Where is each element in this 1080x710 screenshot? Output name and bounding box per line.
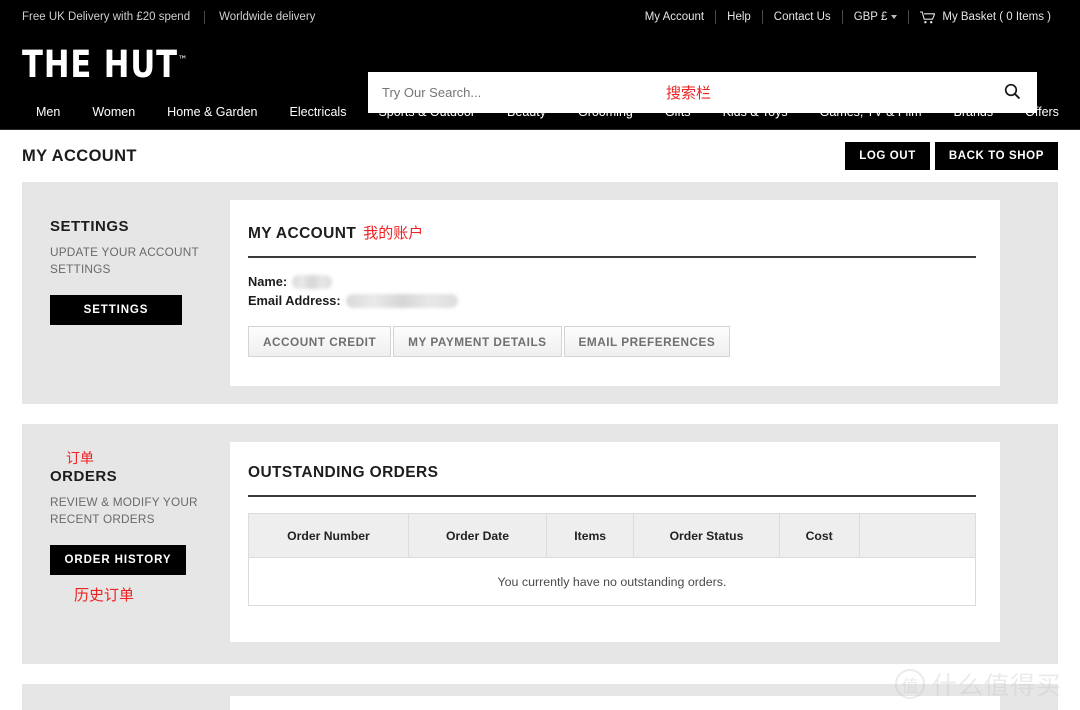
settings-aside-subtitle: UPDATE YOUR ACCOUNT SETTINGS bbox=[50, 245, 199, 276]
search-bar[interactable]: 搜索栏 bbox=[368, 72, 1037, 113]
log-out-button[interactable]: LOG OUT bbox=[845, 142, 930, 170]
link-contact-us[interactable]: Contact Us bbox=[763, 11, 842, 23]
my-account-card-title-cn: 我的账户 bbox=[363, 225, 424, 242]
currency-selector[interactable]: GBP £ bbox=[843, 11, 909, 23]
page-header: MY ACCOUNT LOG OUT BACK TO SHOP bbox=[0, 130, 1080, 182]
promo-free-delivery: Free UK Delivery with £20 spend bbox=[22, 11, 191, 23]
nav-item-home-garden[interactable]: Home & Garden bbox=[151, 105, 273, 119]
outstanding-orders-table: Order Number Order Date Items Order Stat… bbox=[248, 513, 977, 606]
basket-label: My Basket ( 0 Items ) bbox=[942, 11, 1051, 23]
search-input[interactable] bbox=[382, 72, 670, 113]
chevron-down-icon bbox=[891, 14, 898, 19]
orders-aside-subtitle: REVIEW & MODIFY YOUR RECENT ORDERS bbox=[50, 495, 198, 527]
next-panel-card bbox=[230, 696, 1000, 710]
column-actions bbox=[858, 513, 977, 558]
page-title: MY ACCOUNT bbox=[22, 146, 137, 165]
page-actions: LOG OUT BACK TO SHOP bbox=[845, 142, 1058, 170]
main-content: SETTINGS UPDATE YOUR ACCOUNT SETTINGS SE… bbox=[0, 182, 1080, 710]
my-account-card: MY ACCOUNT 我的账户 Name: Email Address: ACC… bbox=[230, 200, 1000, 386]
outstanding-orders-header: OUTSTANDING ORDERS bbox=[248, 464, 976, 497]
settings-panel: SETTINGS UPDATE YOUR ACCOUNT SETTINGS SE… bbox=[22, 182, 1058, 404]
orders-aside-annotation-cn-top: 订单 bbox=[66, 450, 94, 466]
settings-aside: SETTINGS UPDATE YOUR ACCOUNT SETTINGS SE… bbox=[22, 182, 230, 404]
my-account-card-title: MY ACCOUNT bbox=[248, 225, 357, 242]
link-help[interactable]: Help bbox=[716, 11, 762, 23]
my-payment-details-button[interactable]: MY PAYMENT DETAILS bbox=[393, 326, 562, 357]
nav-item-women[interactable]: Women bbox=[76, 105, 151, 119]
site-logo[interactable]: THE HUT™ bbox=[22, 46, 187, 83]
trademark-symbol: ™ bbox=[177, 53, 188, 67]
field-name: Name: bbox=[248, 274, 976, 289]
currency-label: GBP £ bbox=[853, 11, 888, 23]
orders-aside: 订单 ORDERS REVIEW & MODIFY YOUR RECENT OR… bbox=[22, 424, 230, 664]
column-order-date: Order Date bbox=[407, 513, 548, 558]
table-header-row: Order Number Order Date Items Order Stat… bbox=[248, 513, 977, 558]
field-email: Email Address: bbox=[248, 293, 976, 308]
next-panel-aside bbox=[22, 684, 230, 710]
nav-item-men[interactable]: Men bbox=[22, 105, 76, 119]
settings-button[interactable]: SETTINGS bbox=[50, 294, 182, 325]
logo-text: THE HUT bbox=[22, 43, 178, 86]
empty-state-message: You currently have no outstanding orders… bbox=[248, 557, 976, 606]
search-submit-button[interactable] bbox=[999, 80, 1025, 106]
account-credit-button[interactable]: ACCOUNT CREDIT bbox=[248, 326, 392, 357]
page-root: Free UK Delivery with £20 spend Worldwid… bbox=[0, 0, 1080, 710]
orders-aside-title: ORDERS bbox=[50, 468, 118, 486]
order-history-button[interactable]: ORDER HISTORY bbox=[50, 544, 186, 575]
account-action-buttons: ACCOUNT CREDIT MY PAYMENT DETAILS EMAIL … bbox=[248, 326, 976, 357]
brand-band: THE HUT™ 搜索栏 bbox=[0, 34, 1080, 113]
table-row: You currently have no outstanding orders… bbox=[248, 557, 976, 606]
column-items: Items bbox=[546, 513, 635, 558]
utility-links: My Account Help Contact Us GBP £ My Bask… bbox=[634, 10, 1062, 24]
utility-bar: Free UK Delivery with £20 spend Worldwid… bbox=[0, 0, 1080, 34]
nav-item-electricals[interactable]: Electricals bbox=[274, 105, 363, 119]
back-to-shop-button[interactable]: BACK TO SHOP bbox=[934, 142, 1058, 170]
search-annotation-cn: 搜索栏 bbox=[666, 85, 712, 102]
shopping-cart-icon bbox=[920, 10, 936, 24]
basket-link[interactable]: My Basket ( 0 Items ) bbox=[909, 10, 1062, 24]
column-cost: Cost bbox=[778, 513, 860, 558]
my-account-card-header: MY ACCOUNT 我的账户 bbox=[248, 222, 976, 258]
field-name-value-redacted bbox=[292, 274, 333, 289]
orders-panel: 订单 ORDERS REVIEW & MODIFY YOUR RECENT OR… bbox=[22, 424, 1058, 664]
settings-aside-title: SETTINGS bbox=[50, 218, 130, 235]
divider bbox=[204, 10, 206, 24]
outstanding-orders-card: OUTSTANDING ORDERS Order Number Order Da… bbox=[230, 442, 1000, 642]
column-order-status: Order Status bbox=[633, 513, 780, 558]
promo-worldwide-delivery: Worldwide delivery bbox=[219, 11, 316, 23]
next-panel-partial bbox=[22, 684, 1058, 710]
column-order-number: Order Number bbox=[248, 513, 409, 558]
field-email-label: Email Address: bbox=[248, 293, 341, 308]
search-icon bbox=[1004, 83, 1021, 103]
field-name-label: Name: bbox=[248, 274, 288, 289]
promo-group: Free UK Delivery with £20 spend Worldwid… bbox=[22, 10, 329, 24]
link-my-account[interactable]: My Account bbox=[634, 11, 715, 23]
orders-aside-annotation-cn-bottom: 历史订单 bbox=[74, 586, 135, 604]
outstanding-orders-title: OUTSTANDING ORDERS bbox=[248, 464, 439, 481]
field-email-value-redacted bbox=[345, 293, 458, 308]
email-preferences-button[interactable]: EMAIL PREFERENCES bbox=[563, 326, 731, 357]
